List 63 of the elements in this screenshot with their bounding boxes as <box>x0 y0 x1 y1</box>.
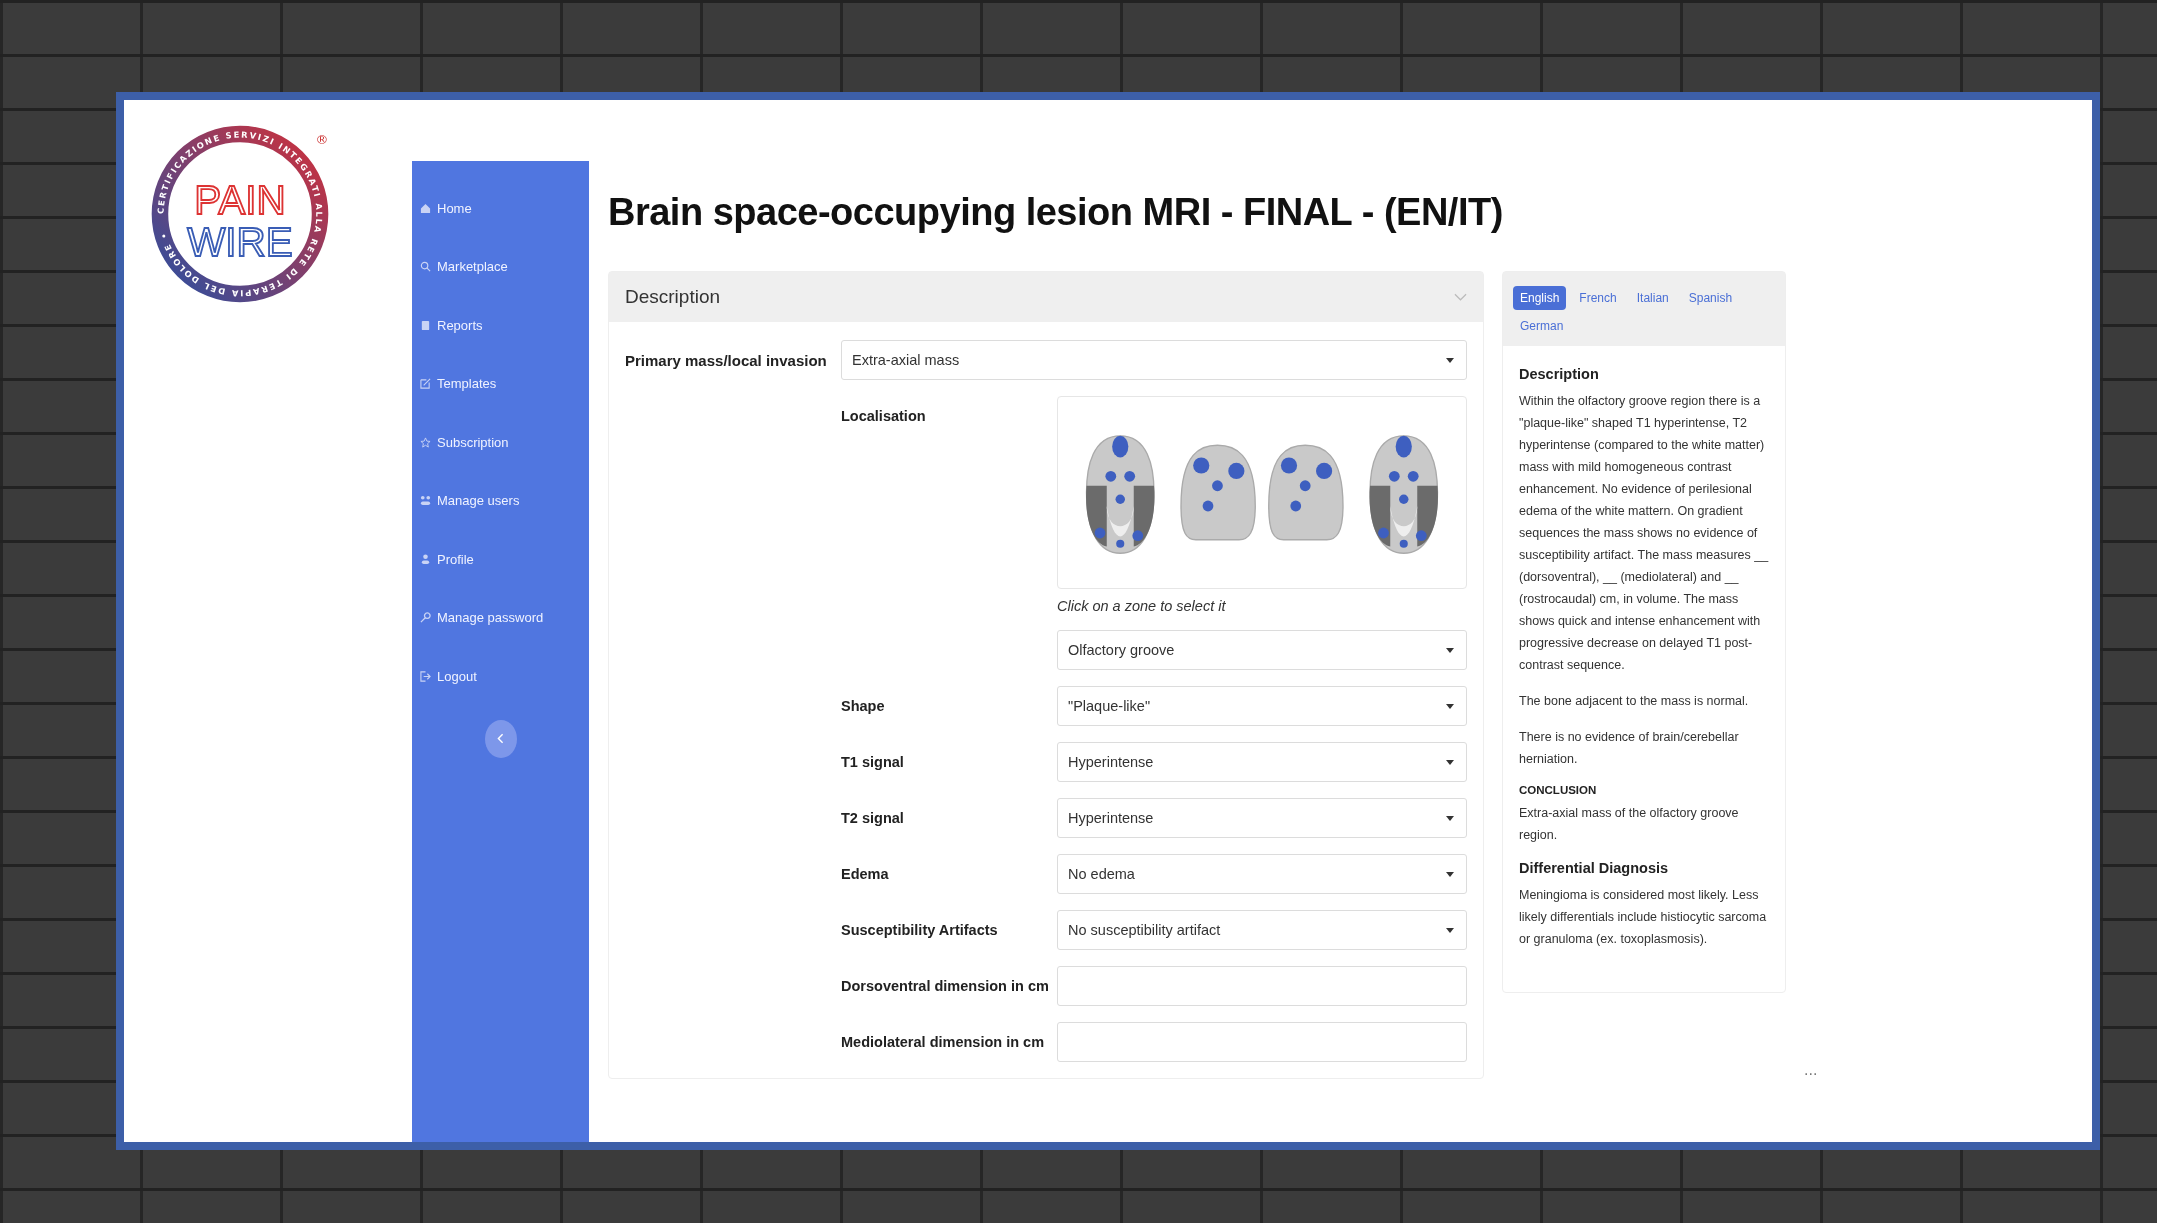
section-heading: Description <box>1519 366 1600 382</box>
field-label: Edema <box>841 866 890 882</box>
report-paragraph: Extra-axial mass of the olfactory groove region. <box>1519 805 1740 844</box>
search-icon <box>420 261 431 273</box>
home-icon <box>420 202 431 214</box>
report-paragraph: The bone adjacent to the mass is normal. <box>1519 693 1750 710</box>
field-label: Mediolateral dimension in cm <box>841 1034 1046 1050</box>
section-subheading: CONCLUSION <box>1519 784 1598 796</box>
star-icon <box>420 436 431 448</box>
sidebar-item[interactable]: Profile <box>412 530 589 589</box>
sidebar-item[interactable]: Logout <box>412 647 589 706</box>
field-label: T1 signal <box>841 754 905 770</box>
select-field[interactable]: "Plaque-like" <box>1057 686 1467 726</box>
sidebar-item[interactable]: Templates <box>412 354 589 413</box>
field-label: Primary mass/local invasion <box>625 351 828 369</box>
report-paragraph: There is no evidence of brain/cerebellar herniation. <box>1519 729 1740 768</box>
language-tab[interactable]: Spanish <box>1681 286 1740 310</box>
more-text: ... <box>1804 1061 1818 1079</box>
select-field[interactable]: Hyperintense <box>1057 798 1467 838</box>
select-field[interactable]: Hyperintense <box>1057 742 1467 782</box>
chevron-left-icon <box>497 733 504 744</box>
sidebar-item[interactable]: Reports <box>412 296 589 355</box>
sidebar-item[interactable]: Marketplace <box>412 237 589 296</box>
language-tab[interactable]: Italian <box>1629 286 1676 310</box>
section-heading: Differential Diagnosis <box>1519 860 1670 876</box>
clipboard-icon <box>420 319 431 331</box>
caret-icon <box>1446 647 1454 653</box>
hint-text: Click on a zone to select it <box>1057 598 1227 614</box>
edit-icon <box>420 378 431 390</box>
caret-icon <box>1446 871 1454 877</box>
caret-icon <box>1446 703 1454 709</box>
caret-icon <box>1446 927 1454 933</box>
language-tab[interactable]: French <box>1572 286 1624 310</box>
field-label: Shape <box>841 698 886 714</box>
sidebar-item[interactable]: Manage password <box>412 588 589 647</box>
select-field[interactable]: Olfactory groove <box>1057 630 1467 670</box>
caret-icon <box>1446 759 1454 765</box>
caret-icon <box>1446 357 1454 363</box>
select-field[interactable]: No susceptibility artifact <box>1057 910 1467 950</box>
field-label: T2 signal <box>841 810 905 826</box>
language-tab[interactable]: English <box>1513 286 1567 310</box>
input-field[interactable] <box>1057 1022 1467 1062</box>
page-title: Brain space-occupying lesion MRI - FINAL - (EN/IT) <box>608 191 1504 234</box>
sidebar-item[interactable]: Subscription <box>412 413 589 472</box>
logout-icon <box>420 670 431 682</box>
select-field[interactable]: Extra-axial mass <box>841 340 1467 380</box>
users-icon <box>420 495 431 507</box>
report-paragraph: Within the olfactory groove region there is a "plaque-like" shaped T1 hyperintense, T2 hyperintense (compared to the white matter) mass with mild homogeneous contrast enhancement. No evidence of perilesional edema of the white mattern. On gradient sequences the mass shows no evidence of susceptibility artifact. The mass measures __ (dorsoventral), __ (mediolateral) and __ (rostrocaudal) cm, in volume. The mass shows quick and intense enhancement with progressive decrease on delayed T1 post-contrast sequence. <box>1519 393 1769 674</box>
report-paragraph: Meningioma is considered most likely. Less likely differentials include histiocytic sarcoma or granuloma (ex. toxoplasmosis). <box>1519 887 1768 948</box>
caret-icon <box>1446 815 1454 821</box>
input-field[interactable] <box>1057 966 1467 1006</box>
sidebar-item[interactable]: Manage users <box>412 471 589 530</box>
field-label: Localisation <box>841 407 927 424</box>
person-icon <box>420 553 431 565</box>
field-label: Dorsoventral dimension in cm <box>841 978 1050 994</box>
language-tab[interactable]: German <box>1513 314 1571 338</box>
sidebar-item[interactable]: Home <box>412 179 589 238</box>
key-icon <box>420 612 431 624</box>
select-field[interactable]: No edema <box>1057 854 1467 894</box>
field-label: Susceptibility Artifacts <box>841 922 999 938</box>
collapse-sidebar-button[interactable] <box>484 719 517 758</box>
card-header[interactable]: Description <box>609 272 1483 322</box>
chevron-down-icon <box>1454 293 1467 301</box>
